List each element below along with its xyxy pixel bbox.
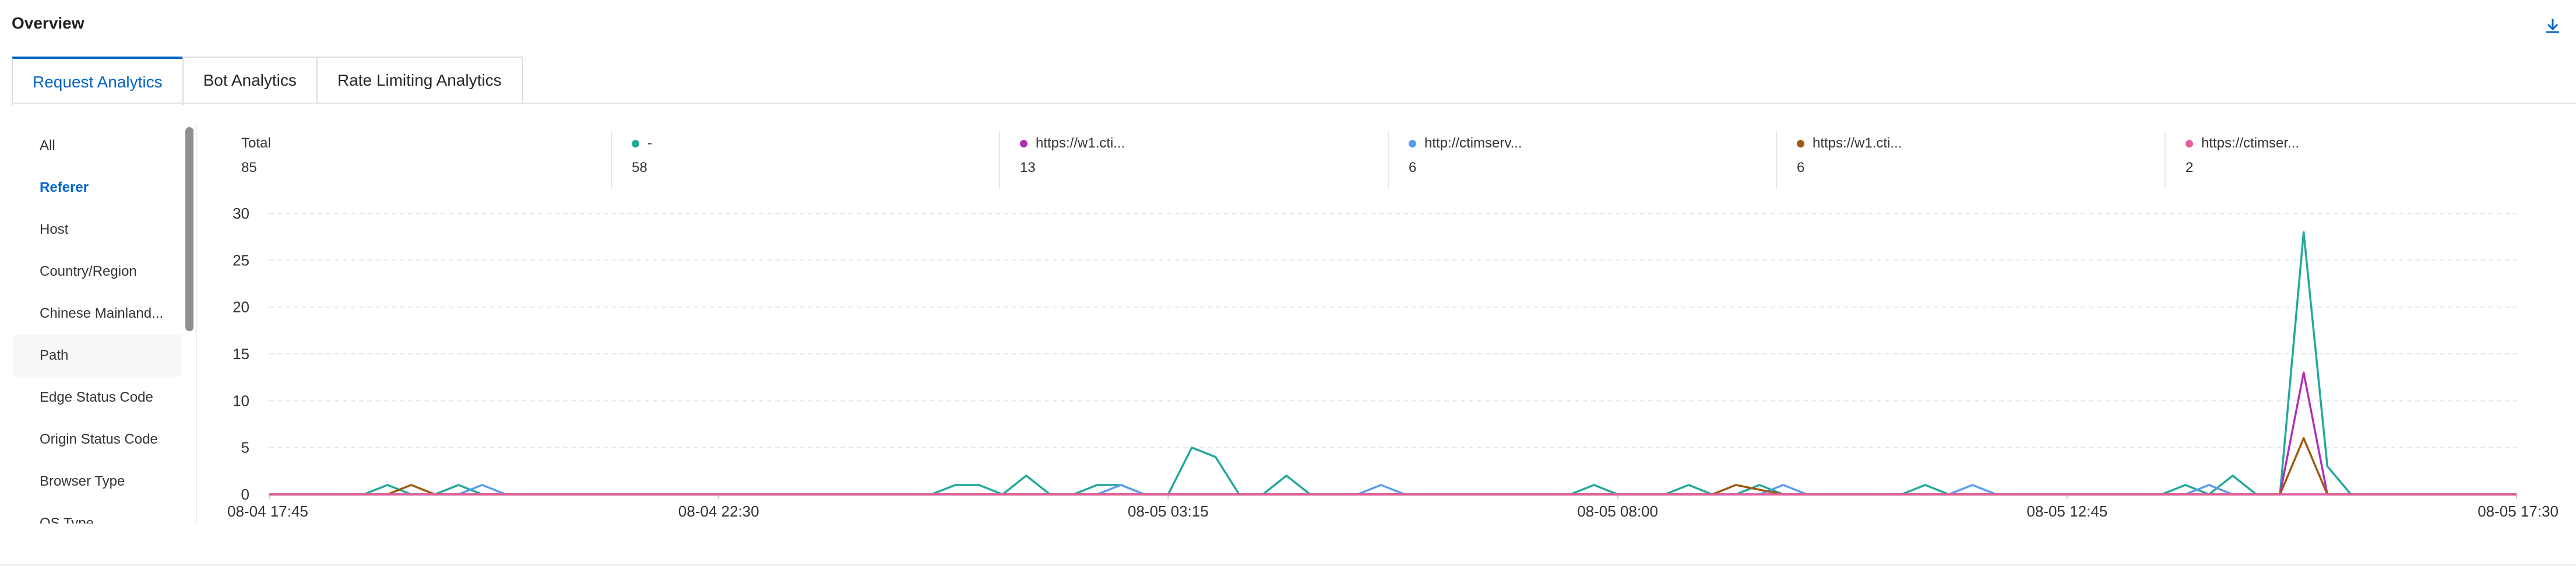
- y-tick-label: 20: [233, 298, 249, 316]
- x-tick-label: 08-05 17:30: [2478, 503, 2559, 520]
- y-tick-label: 30: [233, 205, 249, 222]
- x-tick-label: 08-04 22:30: [678, 503, 759, 520]
- y-tick-label: 5: [241, 439, 249, 456]
- x-tick-label: 08-04 17:45: [227, 503, 308, 520]
- y-tick-label: 25: [233, 251, 249, 269]
- footer-divider: [0, 564, 2576, 566]
- x-tick-label: 08-05 03:15: [1128, 503, 1209, 520]
- y-tick-label: 15: [233, 345, 249, 363]
- series-line: [269, 231, 2517, 496]
- y-tick-label: 0: [241, 486, 249, 503]
- x-tick-label: 08-05 08:00: [1577, 503, 1658, 520]
- series-line: [269, 371, 2517, 496]
- series-line: [269, 437, 2517, 496]
- x-tick-label: 08-05 12:45: [2026, 503, 2107, 520]
- line-chart: 0 5 10 15 20 25 30 08-04 17:45 08-04 22:30 08-05 …: [227, 205, 2559, 520]
- y-tick-label: 10: [233, 392, 249, 409]
